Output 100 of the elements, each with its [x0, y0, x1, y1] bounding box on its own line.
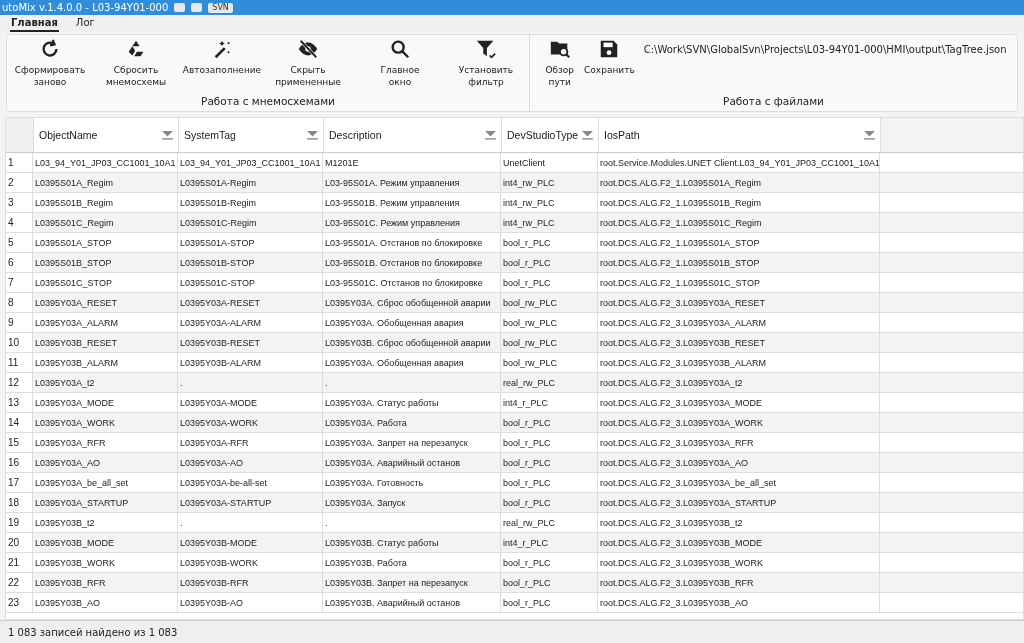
row-number: 2: [6, 173, 33, 192]
table-cell: L0395S01A-Regim: [178, 173, 323, 192]
table-cell: root.DCS.ALG.F2_3.L0395Y03A_RFR: [598, 433, 880, 452]
row-number: 9: [6, 313, 33, 332]
table-cell: bool_r_PLC: [501, 553, 598, 572]
table-cell: L0395Y03A_RFR: [33, 433, 178, 452]
table-cell: L0395Y03A-WORK: [178, 413, 323, 432]
table-cell: L0395S01A-STOP: [178, 233, 323, 252]
record-count: 1 083 записей найдено из 1 083: [8, 626, 178, 638]
group-label: Работа с мнемосхемами: [201, 95, 335, 107]
table-cell: M1201E: [323, 153, 501, 172]
table-cell: L0395Y03B. Аварийный останов: [323, 593, 501, 612]
ribbon-button[interactable]: Сформировать заново: [7, 38, 93, 88]
table-cell: bool_r_PLC: [501, 593, 598, 612]
table-cell: L0395Y03B-MODE: [178, 533, 323, 552]
ribbon-button[interactable]: Скрыть примененные: [265, 38, 351, 88]
table-cell: .: [323, 373, 501, 392]
column-header[interactable]: Description: [324, 118, 502, 152]
table-cell: root.DCS.ALG.F2_3.L0395Y03B_MODE: [598, 533, 880, 552]
ribbon-button[interactable]: Главное окно: [357, 38, 443, 88]
table-cell: L0395Y03A. Обобщенная авария: [323, 313, 501, 332]
table-cell: root.Service.Modules.UNET Client.L03_94_Y01_JP03_CC1001_10A1: [598, 153, 880, 172]
table-cell: L0395Y03A_ALARM: [33, 313, 178, 332]
table-cell: root.DCS.ALG.F2_3.L0395Y03B_RFR: [598, 573, 880, 592]
table-cell: bool_r_PLC: [501, 233, 598, 252]
ribbon-button[interactable]: Автозаполнение: [179, 38, 265, 76]
corner-cell[interactable]: [6, 118, 34, 152]
eye-slash-icon: [297, 38, 319, 60]
table-cell: L0395Y03B. Запрет на перезапуск: [323, 573, 501, 592]
table-cell: L0395Y03B_RFR: [33, 573, 178, 592]
ribbon-button[interactable]: Установить фильтр: [443, 38, 529, 88]
table-cell: L0395Y03B-RFR: [178, 573, 323, 592]
table-cell: bool_r_PLC: [501, 253, 598, 272]
ribbon-tab[interactable]: Главная: [10, 17, 59, 32]
table-cell: bool_r_PLC: [501, 573, 598, 592]
ribbon-tab[interactable]: Лог: [74, 17, 96, 32]
filter-icon[interactable]: [485, 130, 496, 140]
row-number: 3: [6, 193, 33, 212]
table-cell: root.DCS.ALG.F2_1.L0395S01B_STOP: [598, 253, 880, 272]
table-cell: L0395Y03B. Сброс обобщенной аварии: [323, 333, 501, 352]
table-cell: L0395Y03B_MODE: [33, 533, 178, 552]
table-cell: L03_94_Y01_JP03_CC1001_10A1: [33, 153, 178, 172]
row-number: 22: [6, 573, 33, 592]
row-number: 7: [6, 273, 33, 292]
row-number: 6: [6, 253, 33, 272]
table-cell: root.DCS.ALG.F2_3.L0395Y03A_t2: [598, 373, 880, 392]
column-header[interactable]: IosPath: [599, 118, 881, 152]
table-cell: root.DCS.ALG.F2_3.L0395Y03B_WORK: [598, 553, 880, 572]
row-number: 10: [6, 333, 33, 352]
table-cell: bool_r_PLC: [501, 493, 598, 512]
table-cell: root.DCS.ALG.F2_3.L0395Y03A_STARTUP: [598, 493, 880, 512]
table-cell: bool_rw_PLC: [501, 333, 598, 352]
table-cell: bool_r_PLC: [501, 433, 598, 452]
table-cell: L0395Y03A_be_all_set: [33, 473, 178, 492]
table-cell: int4_r_PLC: [501, 533, 598, 552]
table-cell: L0395Y03B_ALARM: [33, 353, 178, 372]
table-cell: L0395Y03B_WORK: [33, 553, 178, 572]
table-cell: .: [178, 513, 323, 532]
row-number: 21: [6, 553, 33, 572]
row-number: 20: [6, 533, 33, 552]
table-cell: L0395Y03A-AO: [178, 453, 323, 472]
table-cell: L0395Y03B-AO: [178, 593, 323, 612]
filter-icon[interactable]: [162, 130, 173, 140]
row-number: 12: [6, 373, 33, 392]
table-cell: L03_94_Y01_JP03_CC1001_10A1: [178, 153, 323, 172]
row-number: 14: [6, 413, 33, 432]
table-cell: L03-95S01A. Отстанов по блокировке: [323, 233, 501, 252]
row-number: 23: [6, 593, 33, 612]
table-cell: L0395Y03A-MODE: [178, 393, 323, 412]
column-header[interactable]: DevStudioType: [502, 118, 599, 152]
table-cell: L0395Y03A. Готовность: [323, 473, 501, 492]
column-header[interactable]: SystemTag: [179, 118, 324, 152]
ribbon-button[interactable]: Сохранить: [579, 38, 640, 76]
table-cell: L0395Y03A_t2: [33, 373, 178, 392]
table-cell: L0395Y03A. Запуск: [323, 493, 501, 512]
filter-icon[interactable]: [864, 130, 875, 140]
table-cell: root.DCS.ALG.F2_3.L0395Y03A_WORK: [598, 413, 880, 432]
table-cell: root.DCS.ALG.F2_3.L0395Y03A_RESET: [598, 293, 880, 312]
table-cell: L0395Y03A. Статус работы: [323, 393, 501, 412]
row-number: 17: [6, 473, 33, 492]
table-cell: root.DCS.ALG.F2_1.L0395S01A_Regim: [598, 173, 880, 192]
table-cell: L0395S01A_Regim: [33, 173, 178, 192]
ribbon-button[interactable]: Обзор пути: [540, 38, 580, 88]
filter-icon: [475, 38, 497, 60]
table-cell: L0395Y03B. Статус работы: [323, 533, 501, 552]
column-header[interactable]: ObjectName: [34, 118, 179, 152]
table-cell: L03-95S01B. Отстанов по блокировке: [323, 253, 501, 272]
table-cell: root.DCS.ALG.F2_1.L0395S01A_STOP: [598, 233, 880, 252]
table-cell: UnetClient: [501, 153, 598, 172]
table-cell: L0395S01C_STOP: [33, 273, 178, 292]
table-cell: real_rw_PLC: [501, 513, 598, 532]
table-cell: L0395Y03A-RESET: [178, 293, 323, 312]
table-cell: root.DCS.ALG.F2_3.L0395Y03B_AO: [598, 593, 880, 612]
ribbon-button[interactable]: Сбросить мнемосхемы: [93, 38, 179, 88]
table-cell: bool_r_PLC: [501, 453, 598, 472]
filter-icon[interactable]: [582, 130, 593, 140]
table-cell: L0395Y03A. Обобщенная авария: [323, 353, 501, 372]
filter-icon[interactable]: [307, 130, 318, 140]
table-cell: L0395Y03A-STARTUP: [178, 493, 323, 512]
svn-badge[interactable]: SVN: [208, 2, 233, 13]
